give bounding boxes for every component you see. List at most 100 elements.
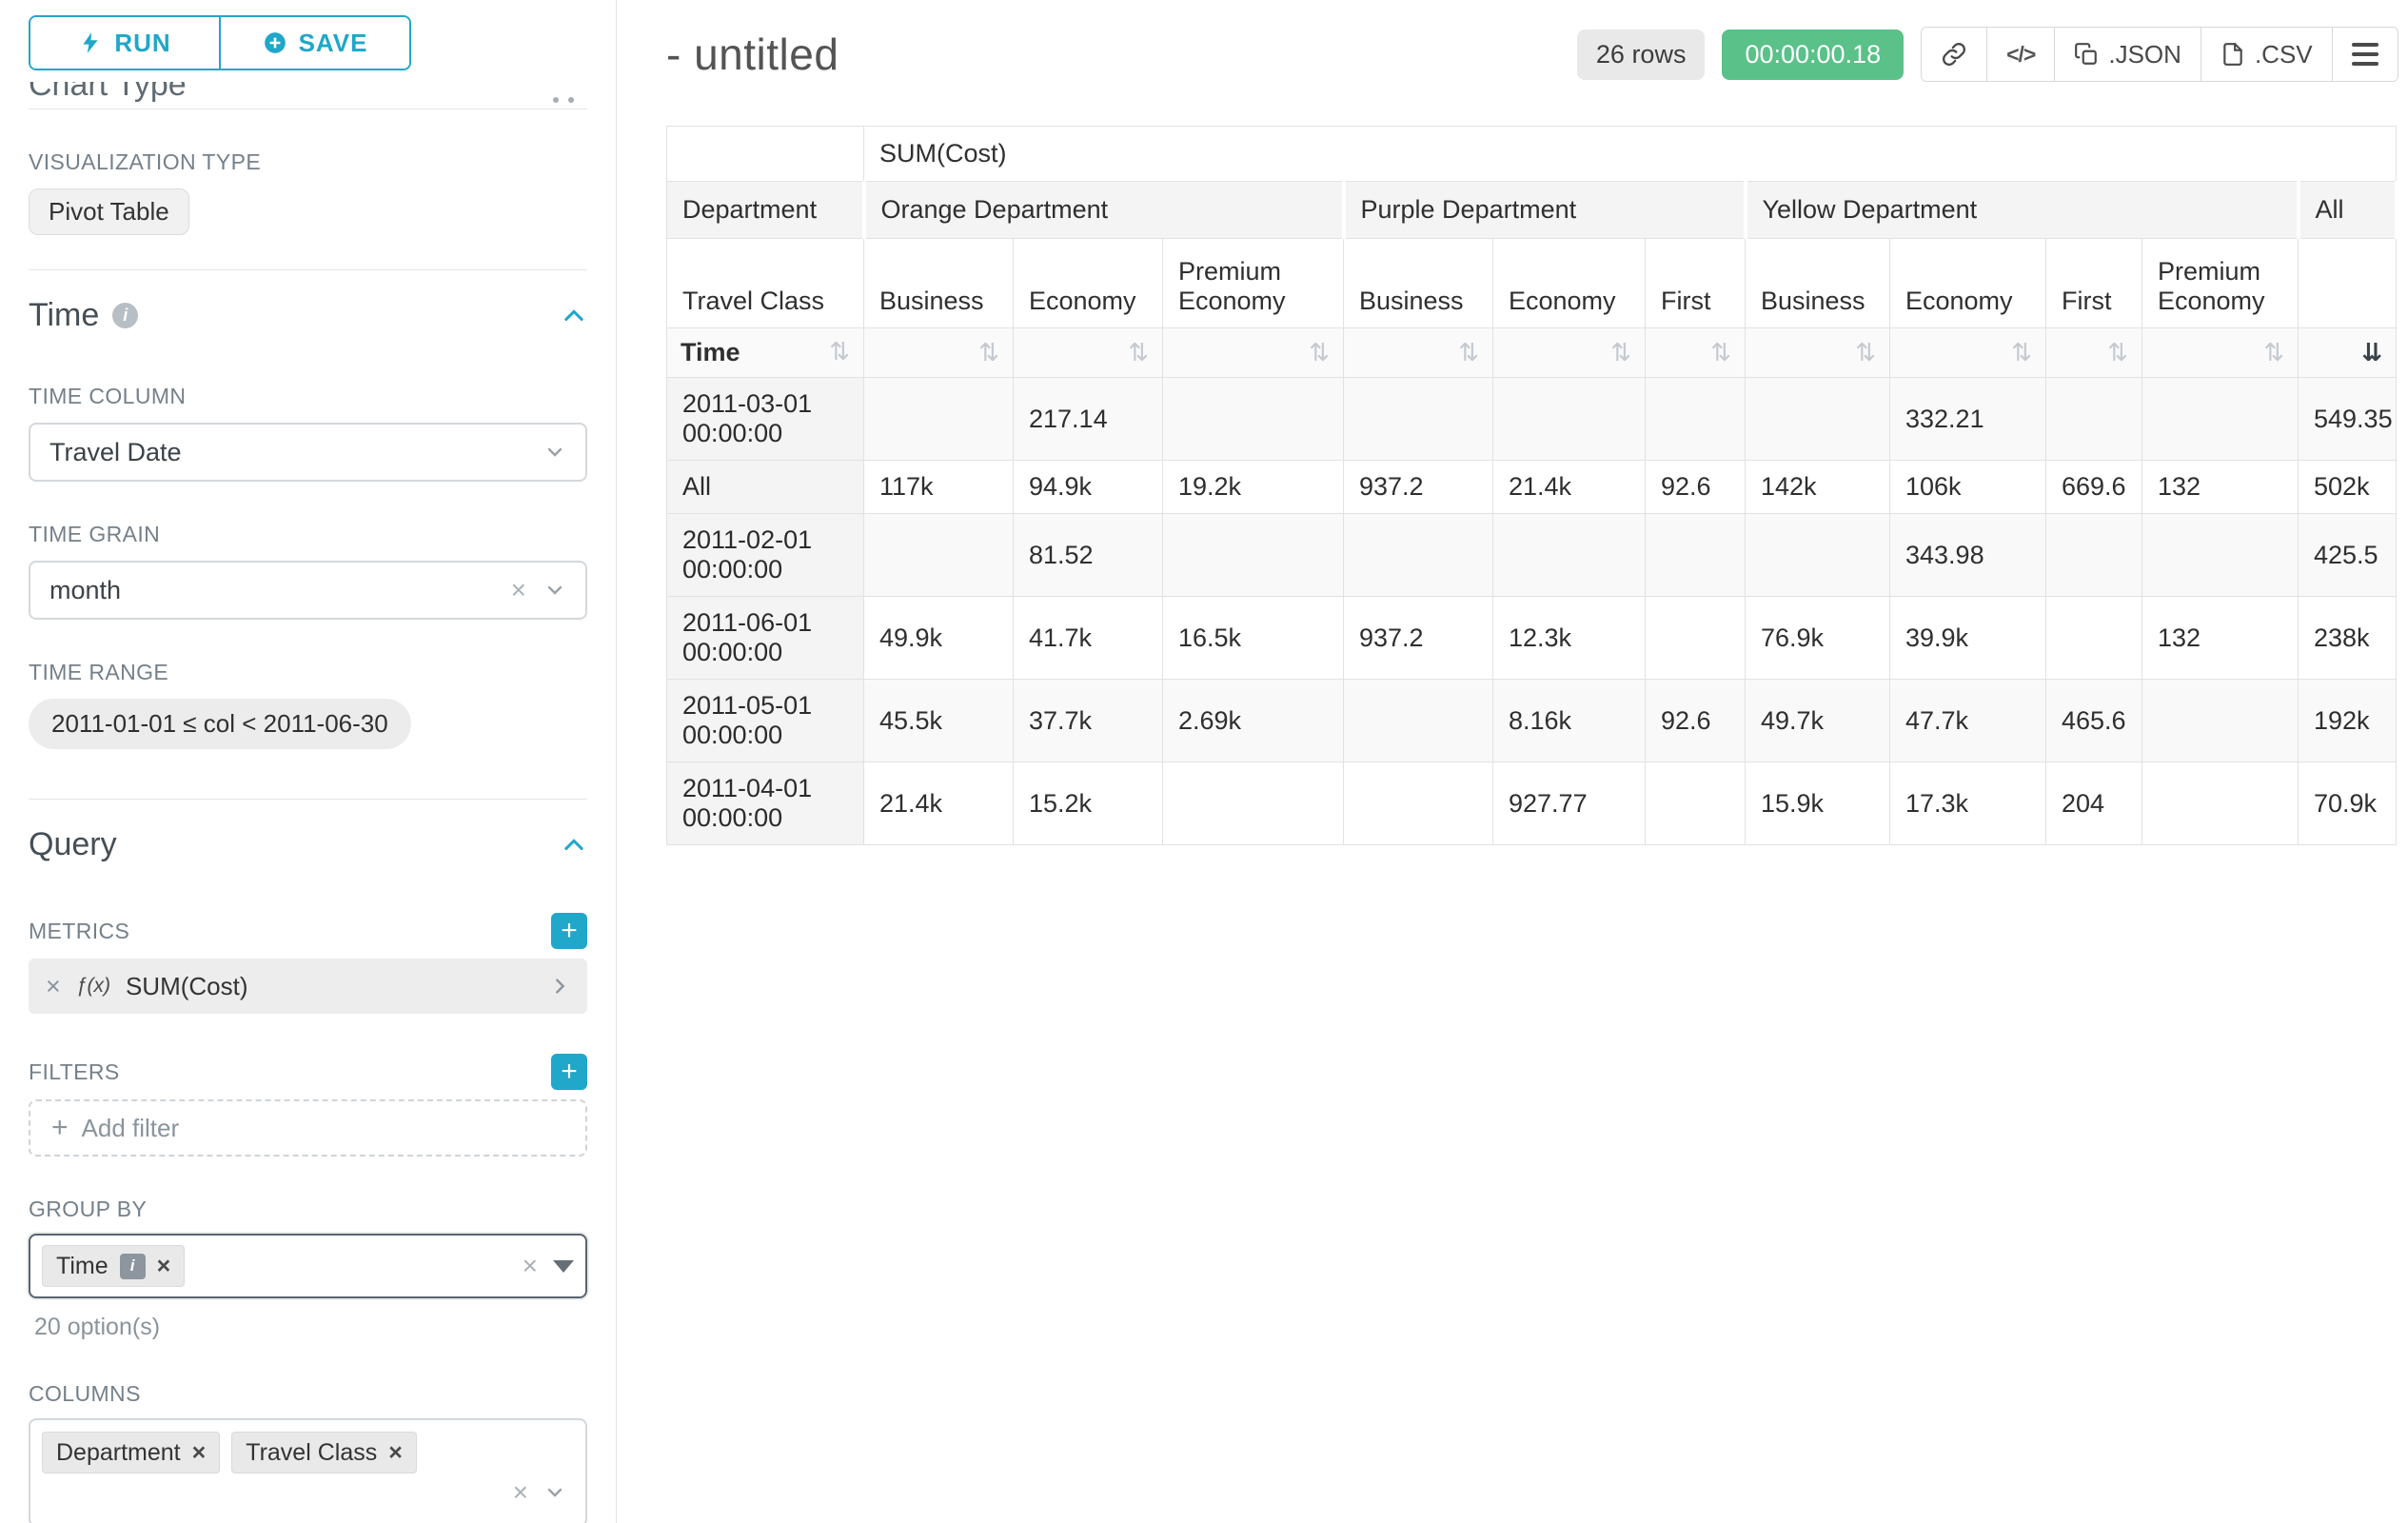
divider [29,269,587,270]
clear-icon[interactable]: × [511,577,526,603]
group-by-chip[interactable]: Timei× [42,1245,185,1287]
sort-icon[interactable]: ⇅ [1610,339,1631,367]
sort-icon[interactable]: ⇅ [1128,339,1149,367]
sort-icon[interactable]: ⇅ [2011,339,2032,367]
columns-chips: Department× Travel Class× [42,1432,471,1474]
sort-icon[interactable]: ⇅ [2263,339,2284,367]
query-section-header[interactable]: Query [29,826,587,863]
add-metric-button[interactable]: + [551,913,587,949]
time-grain-value: month [49,576,121,605]
save-button-label: SAVE [299,29,368,58]
column-sort-cell[interactable]: ⇅ [1746,328,1890,378]
export-json-button[interactable]: .JSON [2054,28,2201,81]
sort-icon[interactable]: ⇅ [978,339,999,367]
column-sort-cell[interactable]: ⇅ [1344,328,1493,378]
info-icon: i [112,303,138,328]
chevron-down-icon[interactable] [543,1481,566,1504]
sort-desc-icon[interactable]: ⇊ [2361,339,2382,367]
share-link-button[interactable] [1922,28,1986,81]
time-range-chip[interactable]: 2011-01-01 ≤ col < 2011-06-30 [29,699,411,749]
metric-chip[interactable]: × ƒ(x) SUM(Cost) [29,959,587,1014]
column-sort-cell[interactable]: ⇊ [2299,328,2397,378]
add-filter-input[interactable]: + Add filter [29,1099,587,1157]
time-sort-cell[interactable]: Time ⇅ [667,328,864,378]
menu-button[interactable] [2332,28,2398,81]
column-sort-cell[interactable]: ⇅ [1493,328,1646,378]
chip-info-icon[interactable]: i [120,1254,146,1279]
value-cell: 37.7k [1014,680,1163,762]
sort-icon[interactable]: ⇅ [1458,339,1479,367]
column-sort-cell[interactable]: ⇅ [2046,328,2142,378]
value-cell: 425.5 [2299,514,2397,597]
chevron-up-icon[interactable] [561,832,587,859]
add-filter-button[interactable]: + [551,1054,587,1090]
value-cell [1746,514,1890,597]
table-row: 2011-06-01 00:00:0049.9k41.7k16.5k937.21… [667,597,2397,680]
value-cell: 39.9k [1890,597,2046,680]
column-sort-cell[interactable]: ⇅ [2142,328,2299,378]
value-cell: 45.5k [864,680,1014,762]
copy-icon [2074,42,2099,67]
time-grain-select[interactable]: month × [29,561,587,620]
row-label-cell: 2011-05-01 00:00:00 [667,680,864,762]
value-cell: 132 [2142,461,2299,514]
time-row-label: Time [681,338,740,367]
group-by-options-hint: 20 option(s) [34,1314,587,1341]
value-cell: 937.2 [1344,461,1493,514]
column-chip[interactable]: Travel Class× [231,1432,417,1474]
save-button[interactable]: SAVE [219,17,409,69]
sub-column-cell: First [1646,239,1746,328]
columns-select[interactable]: Department× Travel Class× × [29,1418,587,1523]
time-section-header[interactable]: Time i [29,297,587,334]
sort-icon[interactable]: ⇅ [1309,339,1330,367]
value-cell: 41.7k [1014,597,1163,680]
value-cell [2142,762,2299,845]
column-sort-cell[interactable]: ⇅ [1014,328,1163,378]
chevron-down-icon[interactable] [543,441,566,464]
sub-column-cell: Economy [1014,239,1163,328]
export-csv-button[interactable]: .CSV [2201,28,2332,81]
value-cell: 47.7k [1890,680,2046,762]
group-by-select[interactable]: Timei× × [29,1234,587,1298]
value-cell [864,514,1014,597]
embed-code-button[interactable]: </> [1986,28,2054,81]
run-button[interactable]: RUN [30,17,219,69]
clear-icon[interactable]: × [523,1253,538,1279]
fx-icon: ƒ(x) [76,975,110,998]
value-cell [1646,597,1746,680]
column-sort-cell[interactable]: ⇅ [1646,328,1746,378]
value-cell [1344,378,1493,461]
chip-remove-icon[interactable]: × [388,1439,403,1467]
pivot-thead: SUM(Cost)DepartmentOrange DepartmentPurp… [667,127,2397,378]
sub-column-cell: Business [864,239,1014,328]
caret-down-icon[interactable] [553,1260,574,1273]
sort-icon[interactable]: ⇅ [1710,339,1731,367]
filters-label: FILTERS [29,1059,120,1085]
row-label-cell: 2011-03-01 00:00:00 [667,378,864,461]
value-cell [1163,514,1344,597]
remove-metric-icon[interactable]: × [46,972,61,1001]
chevron-up-icon[interactable] [561,303,587,329]
value-cell: 927.77 [1493,762,1646,845]
value-cell [1163,378,1344,461]
clear-icon[interactable]: × [513,1479,528,1506]
column-sort-cell[interactable]: ⇅ [864,328,1014,378]
value-cell: 16.5k [1163,597,1344,680]
value-cell: 92.6 [1646,680,1746,762]
sort-icon[interactable]: ⇅ [2107,339,2128,367]
control-panel-sidebar: RUN SAVE Chart Type VISUALIZATION TYPE P… [0,0,617,1523]
value-cell: 192k [2299,680,2397,762]
chevron-down-icon[interactable] [543,579,566,602]
chip-remove-icon[interactable]: × [192,1439,207,1467]
chart-panel: - untitled 26 rows 00:00:00.18 </> .JSON [617,0,2408,1523]
chevron-right-icon[interactable] [549,976,570,997]
time-column-select[interactable]: Travel Date [29,423,587,482]
sort-icon[interactable]: ⇅ [1855,339,1876,367]
column-sort-cell[interactable]: ⇅ [1163,328,1344,378]
column-chip[interactable]: Department× [42,1432,220,1474]
chip-remove-icon[interactable]: × [157,1253,171,1280]
sort-icon[interactable]: ⇅ [829,338,850,366]
add-filter-label: Add filter [82,1114,180,1143]
column-sort-cell[interactable]: ⇅ [1890,328,2046,378]
visualization-type-chip[interactable]: Pivot Table [29,188,189,235]
